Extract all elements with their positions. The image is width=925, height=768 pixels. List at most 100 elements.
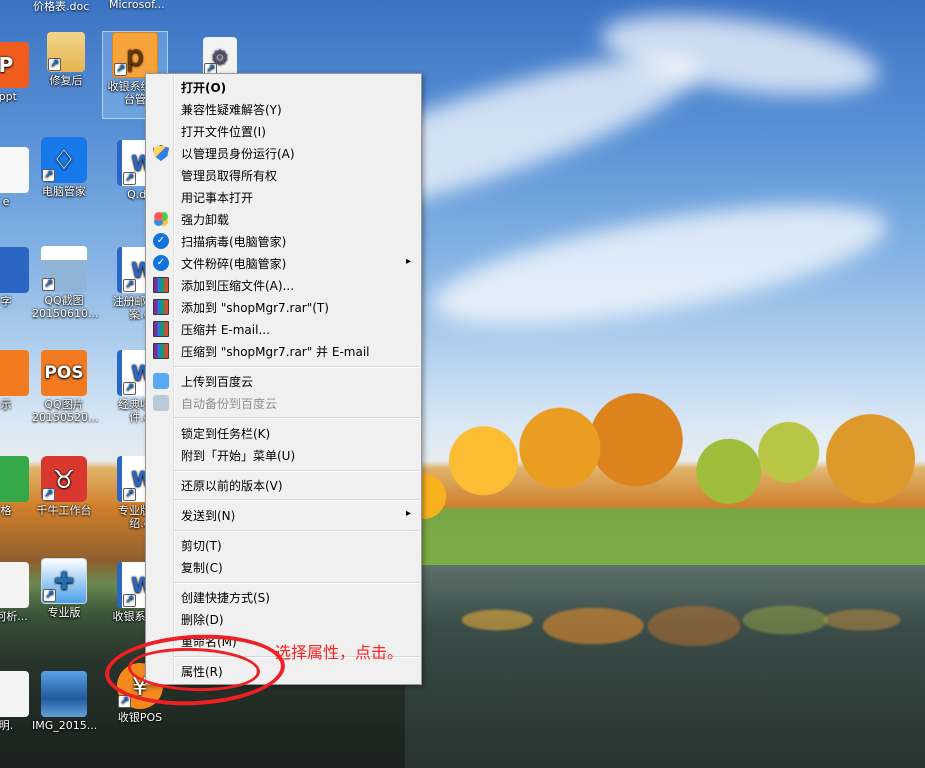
- shortcut-arrow-icon: [48, 57, 61, 71]
- menu-item-add-shopmgr-rar[interactable]: 添加到 "shopMgr7.rar"(T): [148, 296, 419, 318]
- menu-item-label: 兼容性疑难解答(Y): [181, 103, 282, 117]
- menu-item-run-admin[interactable]: 以管理员身份运行(A): [148, 142, 419, 164]
- submenu-arrow-icon: ▸: [405, 256, 411, 267]
- desktop-icon[interactable]: ♉ 千牛工作台: [32, 456, 96, 517]
- menu-separator: [174, 470, 419, 471]
- menu-item-label: 扫描病毒(电脑管家): [181, 235, 287, 249]
- menu-item-label: 创建快捷方式(S): [181, 591, 270, 605]
- menu-item-pin-taskbar[interactable]: 锁定到任务栏(K): [148, 422, 419, 444]
- menu-item-auto-backup-baidu: 自动备份到百度云: [148, 392, 419, 414]
- menu-item-open[interactable]: 打开(O): [148, 76, 419, 98]
- menu-item-label: 压缩到 "shopMgr7.rar" 并 E-mail: [181, 345, 370, 359]
- desktop-icon-label: QQ图片20150520...: [32, 398, 99, 424]
- menu-item-add-archive[interactable]: 添加到压缩文件(A)...: [148, 274, 419, 296]
- menu-item-open-notepad[interactable]: 用记事本打开: [148, 186, 419, 208]
- menu-item-label: 打开文件位置(I): [181, 125, 266, 139]
- image-icon: [41, 671, 87, 717]
- menu-item-label: 复制(C): [181, 561, 223, 575]
- submenu-arrow-icon: ▸: [405, 508, 411, 519]
- winrar-icon: [153, 321, 169, 337]
- shortcut-arrow-icon: [123, 593, 136, 607]
- menu-separator: [174, 499, 419, 500]
- menu-item-label: 打开(O): [181, 81, 227, 95]
- menu-item-label: 添加到 "shopMgr7.rar"(T): [181, 301, 329, 315]
- instruction-annotation: 选择属性，点击。: [275, 643, 404, 662]
- desktop-icon-label: IMG_2015...: [32, 719, 98, 732]
- menu-item-copy[interactable]: 复制(C): [148, 556, 419, 578]
- desktop-icon-label: 千牛工作台: [36, 504, 92, 517]
- desktop-icon[interactable]: ✚ 专业版: [32, 558, 96, 619]
- desktop-icon[interactable]: IMG_2015...: [32, 671, 98, 732]
- shortcut-arrow-icon: [42, 487, 55, 501]
- computer-manager-icon: ✓: [153, 233, 169, 249]
- baidu-cloud-disabled-icon: [153, 395, 169, 411]
- menu-item-label: 文件粉碎(电脑管家): [181, 257, 287, 271]
- shortcut-arrow-icon: [43, 588, 56, 602]
- shortcut-arrow-icon: [123, 487, 136, 501]
- desktop-icon[interactable]: ♢ 电脑管家: [32, 137, 96, 198]
- menu-separator: [174, 530, 419, 531]
- help-icon: [0, 562, 29, 608]
- shortcut-arrow-icon: [114, 62, 127, 76]
- menu-item-label: 上传到百度云: [181, 375, 254, 389]
- menu-separator: [174, 366, 419, 367]
- baidu-cloud-icon: [153, 373, 169, 389]
- word-document-icon: [0, 247, 29, 293]
- desktop-icon[interactable]: 修复后: [34, 32, 98, 87]
- winrar-icon: [153, 343, 169, 359]
- menu-item-uninstall[interactable]: 强力卸载: [148, 208, 419, 230]
- menu-item-send-to[interactable]: 发送到(N) ▸: [148, 504, 419, 526]
- top-file-label: 价格表.doc: [33, 0, 90, 13]
- menu-separator: [174, 582, 419, 583]
- desktop-icon-label: 电脑管家: [42, 185, 86, 198]
- menu-item-label: 以管理员身份运行(A): [181, 147, 295, 161]
- desktop-icon-label: QQ截图20150610...: [32, 294, 99, 320]
- winrar-icon: [153, 299, 169, 315]
- shortcut-arrow-icon: [123, 381, 136, 395]
- pos-icon: [0, 350, 29, 396]
- document-icon: [0, 671, 29, 717]
- menu-item-open-location[interactable]: 打开文件位置(I): [148, 120, 419, 142]
- menu-item-label: 自动备份到百度云: [181, 397, 278, 411]
- computer-manager-icon: ♢: [41, 137, 87, 183]
- menu-item-restore-version[interactable]: 还原以前的版本(V): [148, 474, 419, 496]
- desktop-icon-label: 专业版: [47, 606, 81, 619]
- menu-item-label: 锁定到任务栏(K): [181, 427, 271, 441]
- folder-icon: [47, 32, 85, 72]
- desktop-icon[interactable]: POS QQ图片20150520...: [32, 350, 99, 424]
- menu-item-label: 剪切(T): [181, 539, 222, 553]
- menu-item-compress-shopmgr-email[interactable]: 压缩到 "shopMgr7.rar" 并 E-mail: [148, 340, 419, 362]
- autumn-trees: [380, 360, 925, 570]
- shortcut-arrow-icon: [42, 168, 55, 182]
- menu-item-upload-baidu[interactable]: 上传到百度云: [148, 370, 419, 392]
- menu-separator: [174, 417, 419, 418]
- menu-item-compress-email[interactable]: 压缩并 E-mail...: [148, 318, 419, 340]
- menu-item-create-shortcut[interactable]: 创建快捷方式(S): [148, 586, 419, 608]
- desktop-icon-label: 修复后: [49, 74, 83, 87]
- menu-item-cut[interactable]: 剪切(T): [148, 534, 419, 556]
- menu-item-virus-scan[interactable]: ✓ 扫描病毒(电脑管家): [148, 230, 419, 252]
- menu-item-file-shredder[interactable]: ✓ 文件粉碎(电脑管家) ▸: [148, 252, 419, 274]
- desktop-icon[interactable]: P .ppt: [0, 42, 38, 103]
- context-menu: 打开(O) 兼容性疑难解答(Y) 打开文件位置(I) 以管理员身份运行(A) 管…: [145, 73, 422, 685]
- shield-icon: [153, 145, 169, 161]
- menu-item-label: 发送到(N): [181, 509, 236, 523]
- shortcut-arrow-icon: [123, 278, 136, 292]
- menu-item-compatibility[interactable]: 兼容性疑难解答(Y): [148, 98, 419, 120]
- menu-item-label: 还原以前的版本(V): [181, 479, 283, 493]
- desktop-background: 价格表.doc Microsof... P .ppt 修复后 p 收银系统后台管…: [0, 0, 925, 768]
- p-app-icon: p: [112, 32, 158, 78]
- top-file-label: Microsof...: [109, 0, 165, 11]
- desktop-icon[interactable]: QQ截图20150610...: [32, 246, 99, 320]
- image-icon: [41, 246, 87, 292]
- desktop-icon-label: 收银POS: [117, 711, 163, 724]
- menu-item-label: 附到「开始」菜单(U): [181, 449, 296, 463]
- ppt-icon: P: [0, 42, 29, 88]
- menu-item-delete[interactable]: 删除(D): [148, 608, 419, 630]
- menu-item-pin-start[interactable]: 附到「开始」菜单(U): [148, 444, 419, 466]
- menu-item-take-ownership[interactable]: 管理员取得所有权: [148, 164, 419, 186]
- settings-icon: ⚙: [203, 37, 237, 77]
- menu-item-label: 强力卸载: [181, 213, 230, 227]
- menu-item-label: 管理员取得所有权: [181, 169, 278, 183]
- menu-item-label: 添加到压缩文件(A)...: [181, 279, 295, 293]
